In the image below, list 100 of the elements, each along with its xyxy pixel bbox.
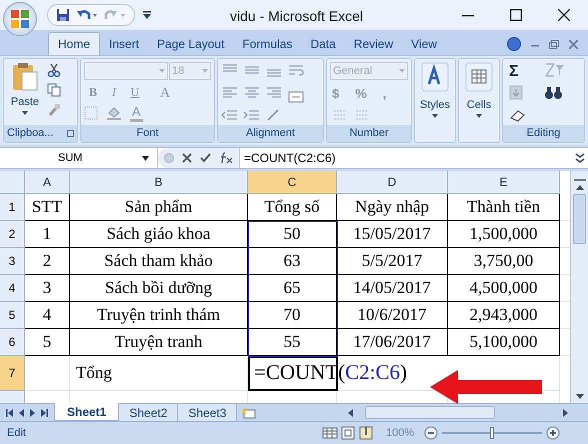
previous-sheet-icon[interactable] [19, 408, 24, 416]
ribbon-tab[interactable]: Formulas [233, 32, 302, 55]
formula-text: =COUNT(C2:C6) [244, 150, 336, 167]
table-cell: Truyện tranh [70, 329, 248, 356]
column-header[interactable]: E [448, 171, 560, 194]
restore-icon[interactable] [549, 40, 559, 48]
column-header[interactable]: C [248, 171, 337, 194]
zoom-in-icon[interactable] [546, 426, 560, 440]
normal-view-icon[interactable] [322, 426, 338, 440]
ribbon-tab[interactable]: Review [344, 32, 402, 55]
zoom-thumb[interactable] [490, 427, 494, 439]
row-header[interactable]: 3 [0, 248, 25, 275]
next-sheet-icon[interactable] [30, 408, 35, 416]
ribbon-tab[interactable]: Page Layout [148, 32, 234, 55]
column-header[interactable]: D [337, 171, 448, 194]
window-title: vidu - Microsoft Excel [230, 7, 364, 26]
scroll-right-icon[interactable] [563, 408, 568, 416]
table-cell: Sách giáo khoa [70, 221, 248, 248]
scroll-up-icon[interactable] [576, 185, 584, 190]
name-box[interactable]: SUM [0, 148, 158, 168]
undo-icon[interactable] [76, 8, 98, 22]
launcher-icon[interactable] [67, 130, 74, 137]
fill-color-icon[interactable] [106, 106, 122, 120]
close-icon[interactable] [558, 9, 570, 21]
table-cell: 5,100,000 [448, 329, 560, 356]
dropdown-arrow-icon [202, 69, 208, 73]
page-layout-icon[interactable] [340, 426, 356, 440]
customize-toolbar-icon[interactable] [143, 10, 151, 20]
zoom-out-icon[interactable] [424, 426, 438, 440]
table-cell: 17/06/2017 [337, 329, 448, 356]
maximize-icon[interactable] [510, 9, 522, 21]
formula-field[interactable]: =COUNT(C2:C6) [239, 148, 572, 168]
merge-cells-icon[interactable] [288, 89, 304, 105]
dropdown-arrow-icon [142, 156, 149, 160]
row-header[interactable]: 2 [0, 221, 25, 248]
last-sheet-icon[interactable] [41, 408, 48, 416]
ribbon-tab[interactable]: Home [48, 32, 100, 55]
table-cell: 3 [25, 275, 70, 302]
sheet-tab[interactable]: Sheet1 [54, 403, 120, 421]
horizontal-scroll-thumb[interactable] [365, 406, 495, 419]
table-cell: 70 [248, 302, 337, 329]
table-cell: 5 [25, 329, 70, 356]
column-header[interactable]: B [70, 171, 248, 194]
row-header[interactable]: 4 [0, 275, 25, 302]
column-header[interactable]: A [25, 171, 70, 194]
first-sheet-icon[interactable] [6, 408, 13, 416]
table-cell: Truyện trinh thám [70, 302, 248, 329]
row-header[interactable]: 1 [0, 194, 25, 221]
help-icon[interactable] [507, 37, 521, 51]
save-icon[interactable] [56, 8, 70, 22]
zoom-slider[interactable] [442, 427, 542, 439]
row-header[interactable]: 6 [0, 329, 25, 356]
scissors-icon[interactable] [47, 63, 61, 77]
ribbon-tab[interactable]: Insert [100, 32, 148, 55]
insert-function-icon[interactable] [219, 152, 233, 164]
group-label: Alignment [246, 126, 295, 142]
table-cell: 10/6/2017 [337, 302, 448, 329]
dropdown-arrow-icon[interactable] [22, 110, 28, 114]
table-cell: STT [25, 194, 70, 221]
sheet-tab[interactable]: Sheet2 [119, 404, 178, 421]
ribbon-tab[interactable]: Data [301, 32, 345, 55]
redo-icon[interactable] [104, 8, 126, 22]
close-workbook-icon[interactable] [569, 40, 578, 48]
table-cell: 55 [248, 329, 337, 356]
page-break-icon[interactable] [358, 426, 374, 440]
table-cell: 1,500,000 [448, 221, 560, 248]
row-header[interactable]: 7 [0, 356, 25, 391]
zoom-level: 100% [386, 426, 414, 441]
sheet-tab[interactable]: Sheet3 [178, 404, 238, 421]
row-header[interactable]: 5 [0, 302, 25, 329]
dropdown-arrow-icon [476, 114, 482, 118]
table-cell: 15/05/2017 [337, 221, 448, 248]
ribbon-tab[interactable]: View [402, 32, 446, 55]
paste-button[interactable]: Paste [7, 62, 43, 125]
scroll-thumb[interactable] [573, 194, 586, 244]
table-cell-text: Tổng [76, 362, 112, 384]
cancel-icon[interactable] [182, 153, 192, 163]
table-cell: 14/05/2017 [337, 275, 448, 302]
binoculars-icon[interactable] [544, 85, 564, 101]
dropdown-arrow-icon [432, 114, 438, 118]
expand-formula-bar-icon[interactable] [575, 152, 585, 164]
vertical-scrollbar[interactable] [570, 171, 588, 403]
table-cell: 2,943,000 [448, 302, 560, 329]
table-cell: 4 [25, 302, 70, 329]
scroll-left-icon[interactable] [348, 408, 353, 416]
table-cell: Tổng số [248, 194, 337, 221]
table-cell: Ngày nhập [337, 194, 448, 221]
office-button[interactable] [3, 2, 37, 36]
cells-icon [465, 62, 493, 92]
status-mode: Edit [6, 426, 27, 441]
copy-icon[interactable] [47, 83, 61, 97]
autosum-button[interactable]: Σ [509, 62, 544, 81]
font-name-field[interactable] [84, 62, 168, 80]
office-logo-icon [10, 9, 30, 29]
enter-check-icon[interactable] [200, 153, 211, 163]
scroll-down-icon[interactable] [576, 394, 584, 399]
styles-icon [421, 62, 449, 92]
brush-icon[interactable] [47, 103, 61, 117]
insert-sheet-icon[interactable] [241, 406, 258, 418]
table-cell: 4,500,000 [448, 275, 560, 302]
